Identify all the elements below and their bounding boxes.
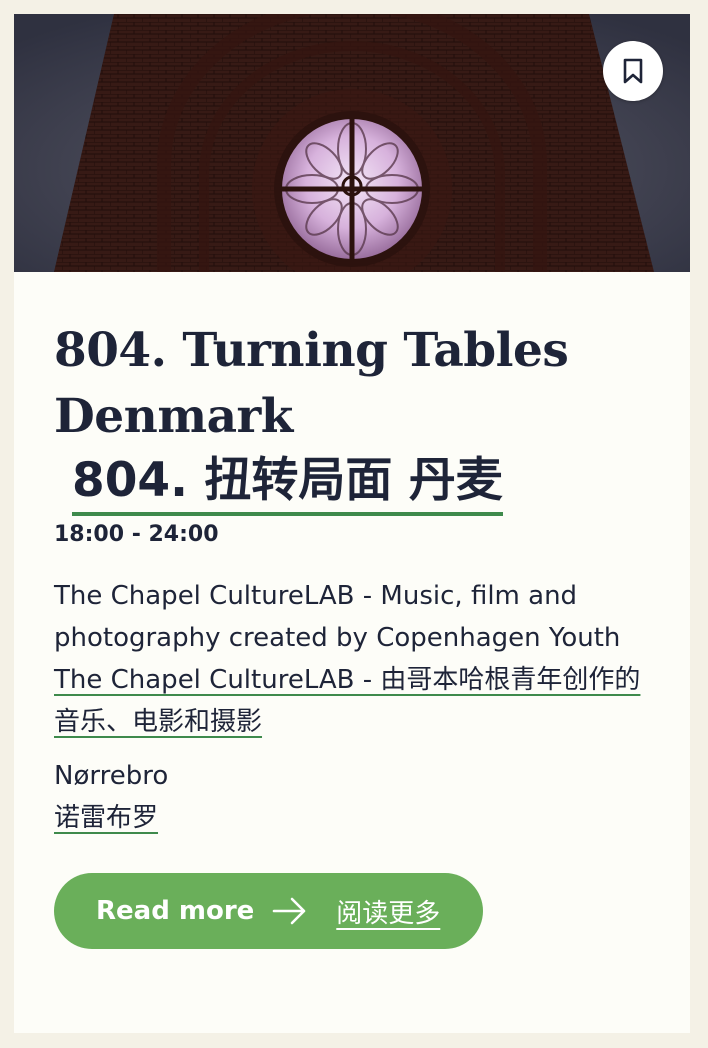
- event-description: The Chapel CultureLAB - Music, film and …: [54, 575, 650, 743]
- description-en: The Chapel CultureLAB - Music, film and …: [54, 581, 621, 653]
- event-title-translation: 804. 扭转局面 丹麦: [72, 450, 503, 516]
- read-more-translation: 阅读更多: [336, 897, 441, 928]
- chapel-photo: [14, 14, 690, 272]
- bookmark-icon: [622, 58, 644, 84]
- event-location: Nørrebro 诺雷布罗: [54, 755, 650, 839]
- read-more-button[interactable]: Read more 阅读更多: [54, 873, 483, 949]
- event-details: 804. Turning Tables Denmark 804. 扭转局面 丹麦…: [14, 272, 690, 949]
- event-title[interactable]: 804. Turning Tables Denmark: [54, 318, 650, 450]
- location-en: Nørrebro: [54, 761, 169, 791]
- bookmark-button[interactable]: [603, 41, 663, 101]
- description-translation: The Chapel CultureLAB - 由哥本哈根青年创作的音乐、电影和…: [54, 665, 641, 737]
- read-more-label: Read more: [96, 896, 255, 926]
- event-image[interactable]: [14, 14, 690, 272]
- location-translation: 诺雷布罗: [54, 803, 159, 833]
- event-time: 18:00 - 24:00: [54, 522, 219, 547]
- arrow-right-icon: [272, 896, 308, 926]
- event-card[interactable]: 804. Turning Tables Denmark 804. 扭转局面 丹麦…: [14, 14, 690, 1033]
